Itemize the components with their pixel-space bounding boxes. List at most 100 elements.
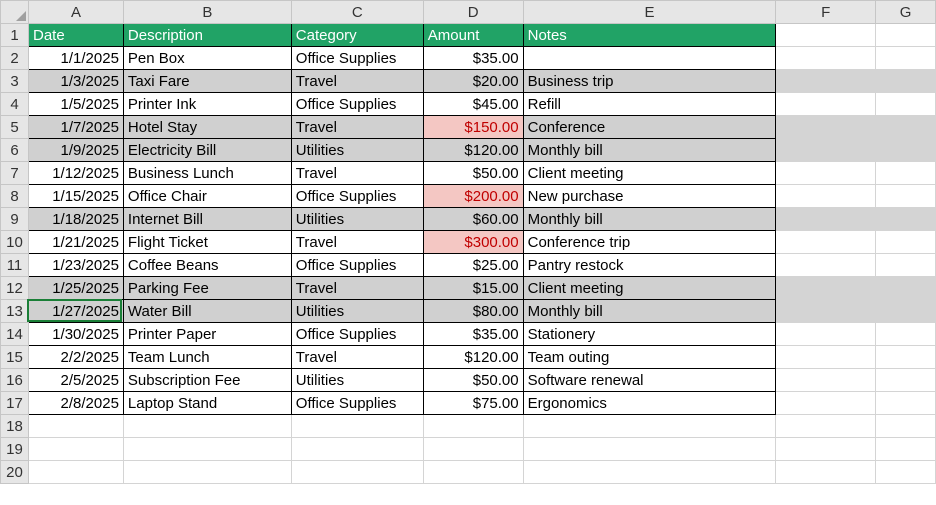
B5[interactable]: Hotel Stay <box>123 116 291 139</box>
B10[interactable]: Flight Ticket <box>123 231 291 254</box>
A7[interactable]: 1/12/2025 <box>28 162 123 185</box>
A12[interactable]: 1/25/2025 <box>28 277 123 300</box>
col-header-d[interactable]: D <box>423 1 523 24</box>
C13[interactable]: Utilities <box>291 300 423 323</box>
A17[interactable]: 2/8/2025 <box>28 392 123 415</box>
cell-G17[interactable] <box>876 392 936 415</box>
row-header-13[interactable]: 13 <box>1 300 29 323</box>
row-header-9[interactable]: 9 <box>1 208 29 231</box>
row-header-17[interactable]: 17 <box>1 392 29 415</box>
C6[interactable]: Utilities <box>291 139 423 162</box>
row-header-4[interactable]: 4 <box>1 93 29 116</box>
cell-A18[interactable] <box>28 415 123 438</box>
spreadsheet-grid[interactable]: ABCDEFG1DateDescriptionCategoryAmountNot… <box>0 0 936 484</box>
E4[interactable]: Refill <box>523 93 776 116</box>
E15[interactable]: Team outing <box>523 346 776 369</box>
cell-F11[interactable] <box>776 254 876 277</box>
cell-G20[interactable] <box>876 461 936 484</box>
col-header-f[interactable]: F <box>776 1 876 24</box>
D14[interactable]: $35.00 <box>423 323 523 346</box>
row-header-19[interactable]: 19 <box>1 438 29 461</box>
D17[interactable]: $75.00 <box>423 392 523 415</box>
row-header-20[interactable]: 20 <box>1 461 29 484</box>
cell-D19[interactable] <box>423 438 523 461</box>
B4[interactable]: Printer Ink <box>123 93 291 116</box>
E13[interactable]: Monthly bill <box>523 300 776 323</box>
cell-A20[interactable] <box>28 461 123 484</box>
cell-F10[interactable] <box>776 231 876 254</box>
C8[interactable]: Office Supplies <box>291 185 423 208</box>
row-header-8[interactable]: 8 <box>1 185 29 208</box>
B11[interactable]: Coffee Beans <box>123 254 291 277</box>
cell-F15[interactable] <box>776 346 876 369</box>
C11[interactable]: Office Supplies <box>291 254 423 277</box>
E3[interactable]: Business trip <box>523 70 776 93</box>
cell-F18[interactable] <box>776 415 876 438</box>
cell-F14[interactable] <box>776 323 876 346</box>
D12[interactable]: $15.00 <box>423 277 523 300</box>
cell-G9[interactable] <box>876 208 936 231</box>
cell-G6[interactable] <box>876 139 936 162</box>
select-all-corner[interactable] <box>1 1 29 24</box>
cell-G2[interactable] <box>876 47 936 70</box>
C14[interactable]: Office Supplies <box>291 323 423 346</box>
cell-G14[interactable] <box>876 323 936 346</box>
cell-D18[interactable] <box>423 415 523 438</box>
C17[interactable]: Office Supplies <box>291 392 423 415</box>
row-header-10[interactable]: 10 <box>1 231 29 254</box>
header-cell-category[interactable]: Category <box>291 24 423 47</box>
row-header-16[interactable]: 16 <box>1 369 29 392</box>
B8[interactable]: Office Chair <box>123 185 291 208</box>
col-header-e[interactable]: E <box>523 1 776 24</box>
B6[interactable]: Electricity Bill <box>123 139 291 162</box>
row-header-2[interactable]: 2 <box>1 47 29 70</box>
cell-F17[interactable] <box>776 392 876 415</box>
D16[interactable]: $50.00 <box>423 369 523 392</box>
cell-G3[interactable] <box>876 70 936 93</box>
row-header-7[interactable]: 7 <box>1 162 29 185</box>
D7[interactable]: $50.00 <box>423 162 523 185</box>
E6[interactable]: Monthly bill <box>523 139 776 162</box>
cell-F5[interactable] <box>776 116 876 139</box>
A4[interactable]: 1/5/2025 <box>28 93 123 116</box>
cell-G8[interactable] <box>876 185 936 208</box>
E14[interactable]: Stationery <box>523 323 776 346</box>
C12[interactable]: Travel <box>291 277 423 300</box>
row-header-11[interactable]: 11 <box>1 254 29 277</box>
cell-G12[interactable] <box>876 277 936 300</box>
C7[interactable]: Travel <box>291 162 423 185</box>
D2[interactable]: $35.00 <box>423 47 523 70</box>
D15[interactable]: $120.00 <box>423 346 523 369</box>
A10[interactable]: 1/21/2025 <box>28 231 123 254</box>
cell-B19[interactable] <box>123 438 291 461</box>
E10[interactable]: Conference trip <box>523 231 776 254</box>
cell-G4[interactable] <box>876 93 936 116</box>
cell-F19[interactable] <box>776 438 876 461</box>
C5[interactable]: Travel <box>291 116 423 139</box>
E5[interactable]: Conference <box>523 116 776 139</box>
cell-F6[interactable] <box>776 139 876 162</box>
cell-G19[interactable] <box>876 438 936 461</box>
cell-C18[interactable] <box>291 415 423 438</box>
E12[interactable]: Client meeting <box>523 277 776 300</box>
cell-F3[interactable] <box>776 70 876 93</box>
cell-G16[interactable] <box>876 369 936 392</box>
cell-G5[interactable] <box>876 116 936 139</box>
cell-F2[interactable] <box>776 47 876 70</box>
row-header-5[interactable]: 5 <box>1 116 29 139</box>
cell-F16[interactable] <box>776 369 876 392</box>
cell-G18[interactable] <box>876 415 936 438</box>
B14[interactable]: Printer Paper <box>123 323 291 346</box>
D4[interactable]: $45.00 <box>423 93 523 116</box>
B3[interactable]: Taxi Fare <box>123 70 291 93</box>
cell-g1[interactable] <box>876 24 936 47</box>
row-header-15[interactable]: 15 <box>1 346 29 369</box>
D3[interactable]: $20.00 <box>423 70 523 93</box>
A14[interactable]: 1/30/2025 <box>28 323 123 346</box>
E7[interactable]: Client meeting <box>523 162 776 185</box>
header-cell-description[interactable]: Description <box>123 24 291 47</box>
row-header-6[interactable]: 6 <box>1 139 29 162</box>
cell-F9[interactable] <box>776 208 876 231</box>
B7[interactable]: Business Lunch <box>123 162 291 185</box>
E2[interactable] <box>523 47 776 70</box>
